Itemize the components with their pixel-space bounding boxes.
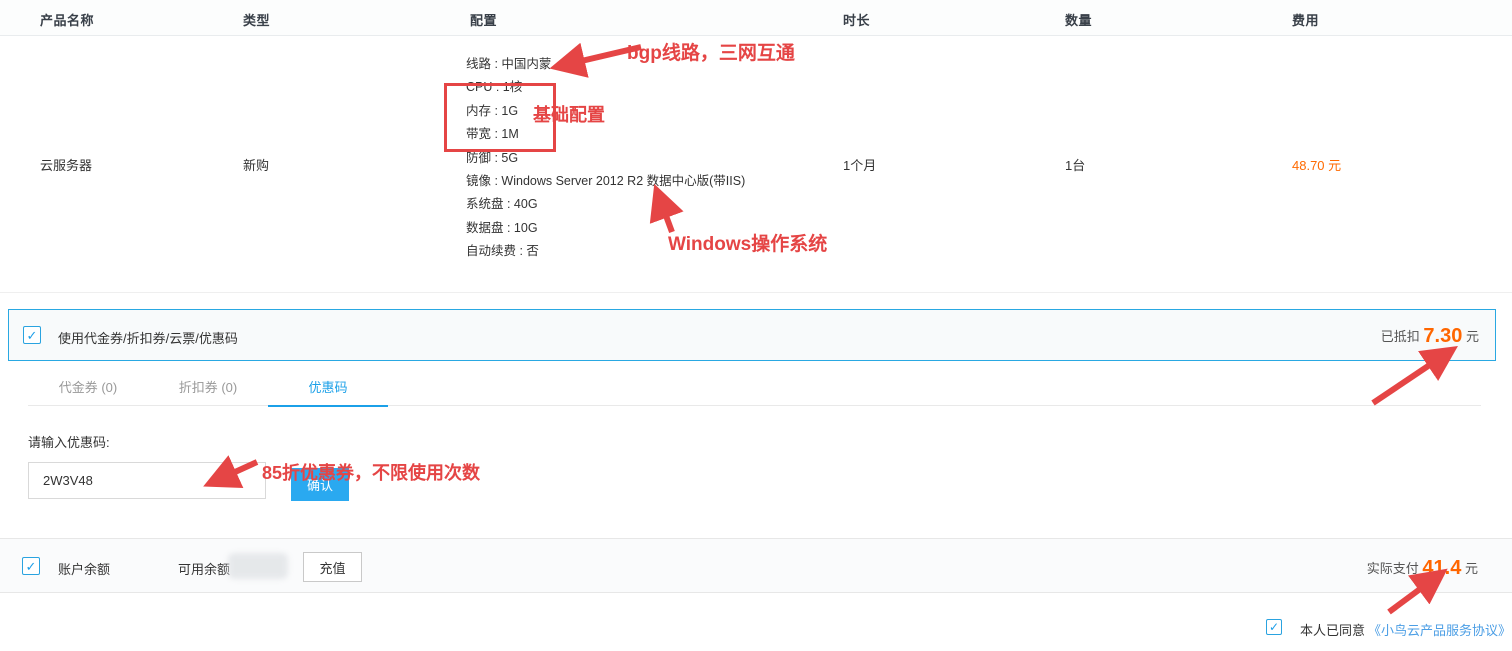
column-header-product-name: 产品名称 bbox=[40, 10, 94, 29]
column-header-type: 类型 bbox=[243, 10, 270, 29]
check-icon: ✓ bbox=[27, 329, 38, 342]
promo-code-input-label: 请输入优惠码: bbox=[28, 432, 110, 451]
config-line-image: 镜像 : Windows Server 2012 R2 数据中心版(带IIS) bbox=[466, 170, 745, 193]
tab-discount[interactable]: 折扣券 (0) bbox=[148, 379, 268, 406]
product-name-cell: 云服务器 bbox=[40, 155, 92, 174]
annotation-coupon-tip: 85折优惠券，不限使用次数 bbox=[262, 459, 480, 485]
order-table-header: 产品名称 类型 配置 时长 数量 费用 bbox=[0, 0, 1512, 36]
order-type-cell: 新购 bbox=[243, 155, 269, 174]
balance-label: 账户余额 bbox=[58, 559, 110, 578]
recharge-button[interactable]: 充值 bbox=[303, 552, 362, 582]
duration-cell: 1个月 bbox=[843, 155, 876, 174]
deducted-value: 7.30 bbox=[1423, 325, 1462, 347]
check-icon: ✓ bbox=[26, 560, 37, 573]
promo-code-input[interactable] bbox=[28, 462, 266, 499]
use-coupon-checkbox[interactable]: ✓ bbox=[23, 326, 41, 344]
table-bottom-divider bbox=[0, 292, 1512, 293]
column-header-config: 配置 bbox=[470, 10, 497, 29]
column-header-quantity: 数量 bbox=[1065, 10, 1092, 29]
deducted-unit: 元 bbox=[1466, 329, 1479, 344]
coupon-tabs: 代金券 (0) 折扣券 (0) 优惠码 bbox=[28, 379, 1481, 406]
check-icon: ✓ bbox=[1269, 621, 1279, 633]
config-line-sysdisk: 系统盘 : 40G bbox=[466, 193, 745, 216]
actual-payment: 实际支付 41.4 元 bbox=[1367, 556, 1478, 579]
tab-voucher[interactable]: 代金券 (0) bbox=[28, 379, 148, 406]
fee-unit: 元 bbox=[1328, 158, 1341, 173]
tab-promo-code[interactable]: 优惠码 bbox=[268, 379, 388, 407]
column-header-duration: 时长 bbox=[843, 10, 870, 29]
agreement-text: 本人已同意 bbox=[1300, 620, 1365, 639]
quantity-cell: 1台 bbox=[1065, 155, 1085, 174]
fee-cell: 48.70 元 bbox=[1292, 155, 1341, 174]
annotation-base-config: 基础配置 bbox=[533, 101, 605, 127]
agreement-link[interactable]: 《小鸟云产品服务协议》 bbox=[1368, 620, 1511, 639]
annotation-windows-os: Windows操作系统 bbox=[668, 229, 827, 256]
coupon-bar-label: 使用代金券/折扣券/云票/优惠码 bbox=[58, 328, 238, 347]
coupon-bar: ✓ 使用代金券/折扣券/云票/优惠码 已抵扣 7.30 元 bbox=[8, 309, 1496, 361]
paid-value: 41.4 bbox=[1422, 557, 1461, 579]
paid-label: 实际支付 bbox=[1367, 561, 1419, 576]
annotation-bgp-line: bgp线路，三网互通 bbox=[627, 38, 795, 65]
agreement-checkbox[interactable]: ✓ bbox=[1266, 619, 1282, 635]
redacted-balance-value bbox=[228, 553, 288, 579]
use-balance-checkbox[interactable]: ✓ bbox=[22, 557, 40, 575]
balance-bar: ✓ 账户余额 可用余额 充值 实际支付 41.4 元 bbox=[0, 538, 1512, 593]
deducted-amount: 已抵扣 7.30 元 bbox=[1381, 324, 1479, 347]
available-balance-label: 可用余额 bbox=[178, 559, 230, 578]
column-header-fee: 费用 bbox=[1292, 10, 1319, 29]
fee-value: 48.70 bbox=[1292, 158, 1325, 173]
deducted-label: 已抵扣 bbox=[1381, 329, 1420, 344]
paid-unit: 元 bbox=[1465, 561, 1478, 576]
